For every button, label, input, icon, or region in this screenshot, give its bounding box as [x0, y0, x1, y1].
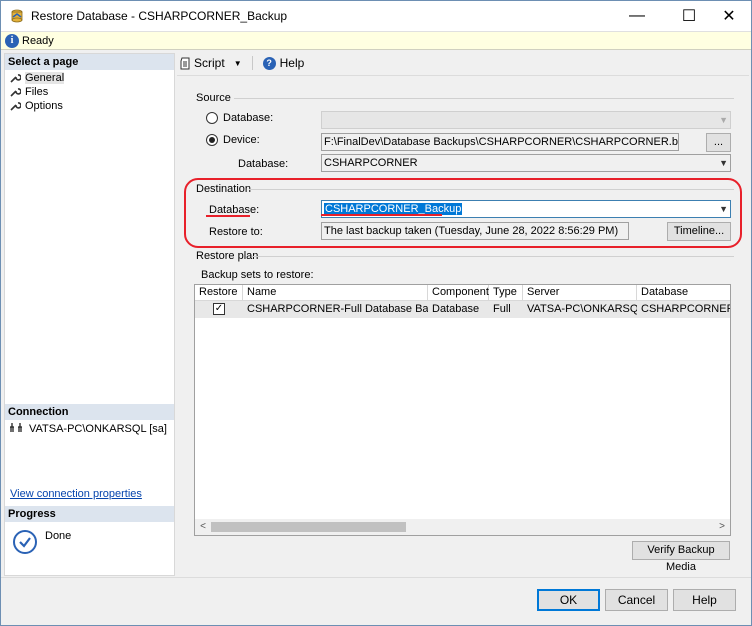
table-row[interactable]: ✓ CSHARPCORNER-Full Database Backup Data…: [195, 301, 730, 318]
column-header-component[interactable]: Component: [428, 285, 489, 301]
progress-status: Done: [45, 530, 72, 542]
page-options[interactable]: Options: [9, 99, 63, 113]
footer-divider: [1, 577, 751, 578]
device-radio-label: Device:: [223, 134, 260, 146]
column-header-restore[interactable]: Restore: [195, 285, 243, 301]
page-options-label: Options: [25, 100, 63, 112]
annotation-oval: [184, 178, 742, 248]
page-files[interactable]: Files: [9, 85, 48, 99]
progress-header: Progress: [5, 506, 174, 522]
component-cell: Database: [432, 303, 480, 315]
help-toolbar-label: Help: [279, 56, 305, 70]
ok-button[interactable]: OK: [537, 589, 600, 611]
restore-plan-group-label: Restore plan: [196, 250, 259, 262]
minimize-button[interactable]: —: [614, 1, 660, 31]
server-connection-icon: [10, 423, 22, 432]
page-general-label: General: [25, 72, 65, 84]
view-connection-properties-link[interactable]: View connection properties: [10, 488, 142, 500]
scroll-right-icon[interactable]: >: [714, 519, 730, 535]
toolbar-divider: [177, 75, 749, 76]
toolbar-separator: [251, 56, 253, 70]
status-bar: i Ready: [1, 31, 751, 50]
source-database-combo[interactable]: CSHARPCORNER ▼: [321, 154, 731, 172]
column-header-database[interactable]: Database: [637, 285, 730, 301]
restore-database-window: Restore Database - CSHARPCORNER_Backup —…: [0, 0, 752, 626]
connection-info: VATSA-PC\ONKARSQL [sa]: [9, 423, 167, 435]
page-general[interactable]: General: [9, 71, 65, 85]
scroll-left-icon[interactable]: <: [195, 519, 211, 535]
left-pane: Select a page General Files Options Conn…: [4, 53, 175, 576]
checkmark-icon: [13, 530, 37, 554]
browse-device-button[interactable]: ...: [706, 133, 731, 152]
window-title: Restore Database - CSHARPCORNER_Backup: [31, 9, 288, 23]
select-page-header: Select a page: [5, 54, 174, 70]
script-label: Script: [194, 56, 225, 70]
wrench-icon: [10, 88, 21, 97]
backup-sets-grid: Restore Name Component Type Server Datab…: [194, 284, 731, 536]
chevron-down-icon[interactable]: ▼: [234, 59, 242, 68]
column-header-server[interactable]: Server: [523, 285, 637, 301]
chevron-down-icon: ▼: [719, 115, 728, 125]
restore-cell: ✓: [195, 301, 243, 318]
wrench-icon: [10, 102, 21, 111]
database-cell: CSHARPCORNER: [641, 303, 730, 315]
source-divider: [234, 98, 734, 99]
database-radio[interactable]: [206, 112, 218, 124]
title-bar: Restore Database - CSHARPCORNER_Backup —…: [1, 1, 751, 31]
source-database-value: CSHARPCORNER: [324, 157, 418, 169]
wrench-icon: [10, 74, 21, 83]
verify-backup-media-button[interactable]: Verify Backup Media: [632, 541, 730, 573]
database-restore-icon: [11, 9, 23, 23]
scrollbar-thumb[interactable]: [211, 522, 406, 532]
database-radio-label: Database:: [223, 112, 274, 124]
name-cell: CSHARPCORNER-Full Database Backup: [247, 303, 428, 315]
server-cell: VATSA-PC\ONKARSQL: [527, 303, 637, 315]
toolbar: Script ▼ ? Help: [179, 54, 304, 72]
backup-sets-label: Backup sets to restore:: [201, 269, 314, 281]
help-icon: ?: [262, 56, 276, 70]
device-radio[interactable]: [206, 134, 218, 146]
connection-header: Connection: [5, 404, 174, 420]
help-button[interactable]: Help: [673, 589, 736, 611]
source-database-label: Database:: [238, 158, 289, 170]
restore-plan-divider: [252, 256, 734, 257]
status-text: Ready: [22, 35, 54, 47]
info-icon: i: [5, 34, 19, 48]
annotation-underline-value: [321, 214, 442, 216]
chevron-down-icon: ▼: [719, 158, 728, 168]
cancel-button[interactable]: Cancel: [605, 589, 668, 611]
device-path-field[interactable]: F:\FinalDev\Database Backups\CSHARPCORNE…: [321, 133, 679, 151]
column-header-type[interactable]: Type: [489, 285, 523, 301]
help-toolbar-button[interactable]: ? Help: [262, 56, 305, 70]
source-group-label: Source: [196, 92, 231, 104]
annotation-underline-label: [206, 215, 250, 217]
connection-text: VATSA-PC\ONKARSQL [sa]: [29, 423, 167, 435]
column-header-name[interactable]: Name: [243, 285, 428, 301]
type-cell: Full: [493, 303, 511, 315]
script-icon: [180, 57, 190, 69]
restore-checkbox[interactable]: ✓: [213, 303, 225, 315]
page-files-label: Files: [25, 86, 49, 98]
horizontal-scrollbar[interactable]: < >: [195, 519, 730, 535]
source-database-select[interactable]: ▼: [321, 111, 731, 129]
script-button[interactable]: Script ▼: [179, 56, 242, 70]
grid-header: Restore Name Component Type Server Datab…: [195, 285, 730, 301]
close-button[interactable]: ✕: [706, 1, 752, 31]
